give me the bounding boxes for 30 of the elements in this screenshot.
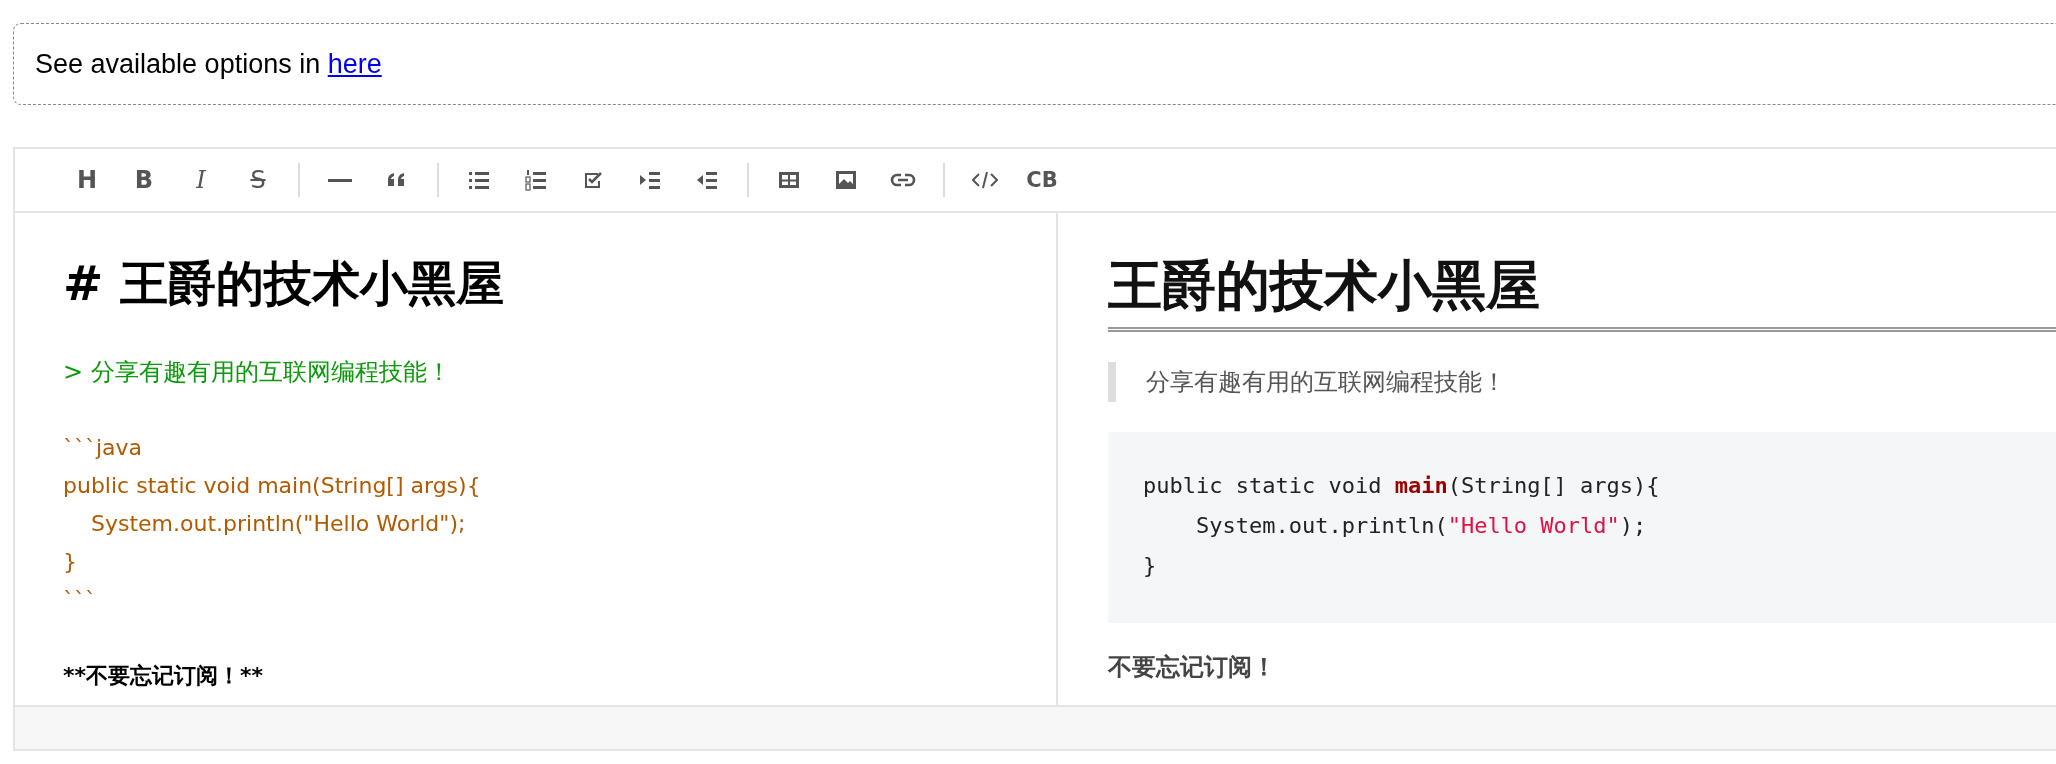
horizontal-line-icon (328, 178, 352, 182)
notice-text: See available options in here (35, 48, 382, 80)
code-block-button[interactable]: CB (1020, 158, 1064, 202)
code-icon (972, 169, 998, 191)
preview-paragraph: 不要忘记订阅！ (1108, 652, 1277, 683)
strikethrough-button[interactable]: S (236, 158, 280, 202)
source-line: # 王爵的技术小黑屋 (63, 254, 505, 313)
numbered-list-icon (525, 169, 547, 191)
indent-icon (639, 169, 661, 191)
source-line: > 分享有趣有用的互联网编程技能！ (63, 357, 452, 388)
image-icon (835, 169, 857, 191)
source-line: **不要忘记订阅！** (63, 662, 265, 690)
code-line: } (1143, 552, 1158, 580)
outdent-icon (696, 169, 718, 191)
source-line: ``` (63, 586, 97, 614)
heading-button[interactable]: H (65, 158, 109, 202)
source-line: ```java (63, 434, 144, 462)
code-line: public static void main(String[] args){ (1143, 472, 1661, 500)
here-link[interactable]: here (327, 48, 382, 79)
source-line: System.out.println("Hello World"); (89, 510, 467, 538)
code-line: System.out.println("Hello World"); (1194, 512, 1648, 540)
preview-heading: 王爵的技术小黑屋 (1108, 253, 2056, 332)
table-icon (778, 169, 800, 191)
blockquote: 分享有趣有用的互联网编程技能！ (1108, 362, 2056, 402)
italic-button[interactable]: I (179, 158, 223, 202)
bold-button[interactable]: B (122, 158, 166, 202)
source-line: public static void main(String[] args){ (63, 472, 482, 500)
checkbox-icon (582, 169, 604, 191)
source-line: } (63, 548, 78, 576)
bullet-list-icon (468, 169, 490, 191)
